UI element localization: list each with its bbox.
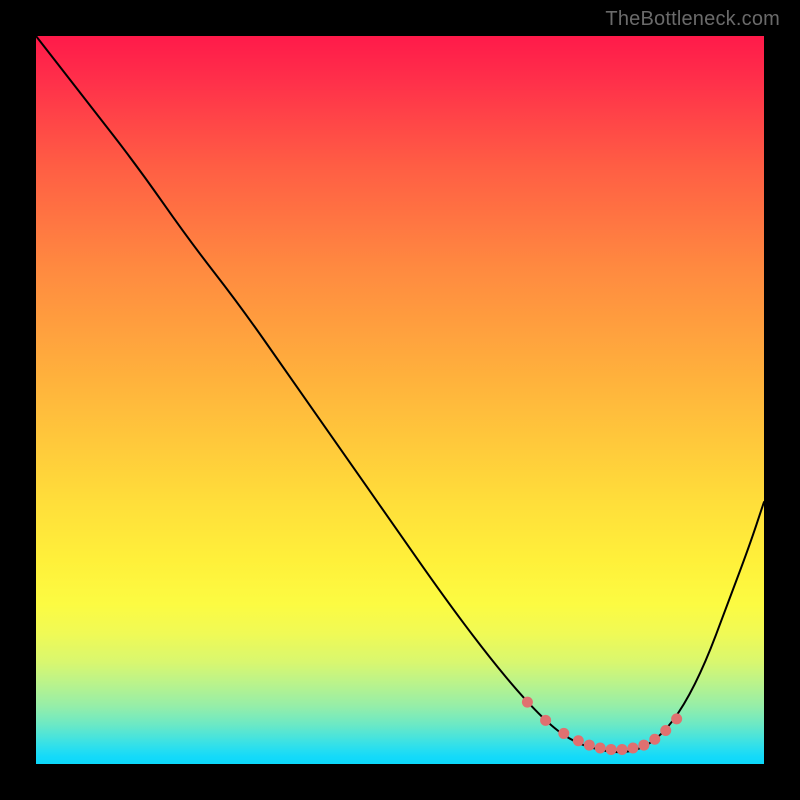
chart-frame: TheBottleneck.com — [0, 0, 800, 800]
marker-dot — [558, 728, 569, 739]
marker-dot — [660, 725, 671, 736]
marker-dot — [606, 744, 617, 755]
marker-dot — [671, 713, 682, 724]
chart-curve — [36, 36, 764, 764]
marker-dot — [584, 740, 595, 751]
marker-dot — [573, 735, 584, 746]
marker-dot — [627, 742, 638, 753]
marker-dot — [638, 740, 649, 751]
marker-dot — [522, 697, 533, 708]
marker-group — [522, 697, 682, 755]
marker-dot — [617, 744, 628, 755]
watermark-text: TheBottleneck.com — [605, 8, 780, 31]
bottleneck-line — [36, 36, 764, 752]
plot-area — [36, 36, 764, 764]
marker-dot — [595, 742, 606, 753]
marker-dot — [649, 734, 660, 745]
marker-dot — [540, 715, 551, 726]
